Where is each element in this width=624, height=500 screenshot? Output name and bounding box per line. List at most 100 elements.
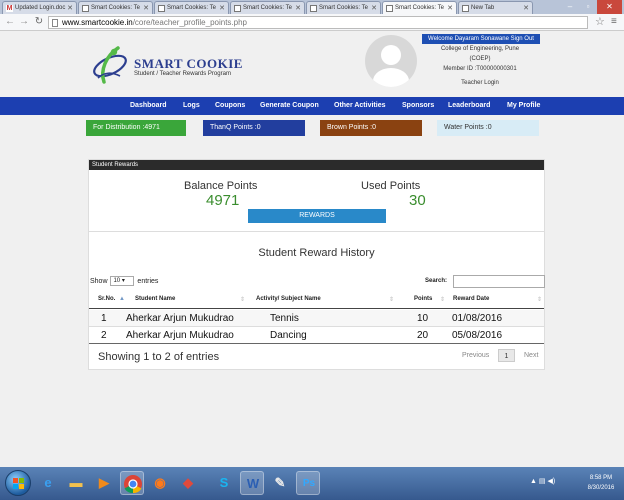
tab-label: Updated Login.doc [15, 5, 66, 11]
thanq-points-tile[interactable]: ThanQ Points :0 [203, 120, 305, 136]
address-bar: ← → ↻ www.smartcookie.in/core/teacher_pr… [0, 14, 624, 31]
tab-close-icon[interactable]: ✕ [371, 4, 377, 12]
maximize-icon[interactable]: ▫ [580, 0, 596, 14]
paint-app-icon[interactable]: ✎ [268, 471, 292, 495]
file-explorer-icon[interactable]: ▬ [64, 471, 88, 495]
sort-icon[interactable]: ⇕ [240, 296, 245, 303]
member-id: Member ID :T00000000301 [443, 66, 517, 72]
tab-close-icon[interactable]: ✕ [67, 4, 73, 12]
url-host: www.smartcookie.in [62, 18, 133, 27]
tab-label: Smart Cookies: Te [395, 5, 444, 11]
entries-length-control: Show 10 ▾ entries [90, 276, 158, 286]
college-name: College of Engineering, Pune [440, 46, 520, 52]
page-icon [310, 5, 317, 12]
column-header-srno[interactable]: Sr.No. [98, 296, 115, 302]
browser-tab[interactable]: Smart Cookies: Te ✕ [78, 1, 153, 14]
browser-tab[interactable]: M Updated Login.doc ✕ [2, 1, 77, 14]
reload-icon[interactable]: ↻ [33, 16, 45, 28]
taskbar-clock[interactable]: 8:58 PM 8/30/2016 [583, 473, 619, 493]
nav-other-activities[interactable]: Other Activities [334, 97, 385, 115]
column-header-student-name[interactable]: Student Name [135, 296, 175, 302]
paint-icon[interactable]: ◆ [176, 471, 200, 495]
browser-menu-icon[interactable]: ≡ [611, 16, 617, 28]
system-tray[interactable]: ▲ ▤ ◀) [530, 477, 555, 485]
table-row[interactable]: 1 Aherkar Arjun Mukudrao Tennis 10 01/08… [89, 310, 544, 326]
showing-info: Showing 1 to 2 of entries [98, 351, 220, 363]
nav-sponsors[interactable]: Sponsors [402, 97, 434, 115]
pagination-previous[interactable]: Previous [462, 349, 489, 362]
close-window-icon[interactable]: ✕ [597, 0, 622, 14]
column-header-reward-date[interactable]: Reward Date [453, 296, 489, 302]
water-points-tile[interactable]: Water Points :0 [437, 120, 539, 136]
brown-points-tile[interactable]: Brown Points :0 [320, 120, 422, 136]
bookmark-star-icon[interactable]: ☆ [595, 16, 605, 28]
tab-close-icon[interactable]: ✕ [523, 4, 529, 12]
nav-logs[interactable]: Logs [183, 97, 200, 115]
college-abbr: (COEP) [469, 56, 491, 62]
tab-close-icon[interactable]: ✕ [219, 4, 225, 12]
browser-tab[interactable]: Smart Cookies: Te ✕ [306, 1, 381, 14]
table-bottom-rule [89, 343, 544, 344]
history-title: Student Reward History [258, 247, 375, 259]
page-icon [386, 5, 393, 12]
search-input[interactable] [453, 275, 545, 288]
column-header-activity[interactable]: Activity/ Subject Name [256, 296, 321, 302]
dropdown-arrow-icon: ▾ [121, 278, 125, 284]
entries-select[interactable]: 10 ▾ [110, 276, 135, 286]
sort-icon[interactable]: ⇕ [440, 296, 445, 303]
column-header-points[interactable]: Points [414, 296, 432, 302]
balance-points-label: Balance Points [184, 180, 258, 192]
student-rewards-panel: Student Rewards Balance Points 4971 Used… [88, 159, 545, 370]
url-input[interactable]: www.smartcookie.in/core/teacher_profile_… [48, 16, 588, 29]
rewards-button[interactable]: REWARDS [248, 209, 386, 223]
forward-icon[interactable]: → [18, 16, 30, 28]
nav-generate-coupon[interactable]: Generate Coupon [260, 97, 319, 115]
tab-label: New Tab [471, 5, 495, 11]
start-button[interactable] [5, 470, 31, 496]
tab-label: Smart Cookies: Te [243, 5, 292, 11]
panel-title: Student Rewards [89, 160, 544, 170]
table-row[interactable]: 2 Aherkar Arjun Mukudrao Dancing 20 05/0… [89, 327, 544, 343]
tray-expand-icon[interactable]: ▲ [530, 478, 537, 485]
tab-close-icon[interactable]: ✕ [447, 4, 453, 12]
network-icon[interactable]: ▤ [539, 478, 546, 485]
browser-tab[interactable]: New Tab ✕ [458, 1, 533, 14]
browser-tab[interactable]: Smart Cookies: Te ✕ [230, 1, 305, 14]
browser-tab[interactable]: Smart Cookies: Te ✕ [154, 1, 229, 14]
tab-close-icon[interactable]: ✕ [143, 4, 149, 12]
media-player-icon[interactable]: ▶ [92, 471, 116, 495]
taskbar: e ▬ ▶ ◉ ◆ S W ✎ Ps ▲ ▤ ◀) 8:58 PM 8/30/2… [0, 467, 624, 500]
tab-close-icon[interactable]: ✕ [295, 4, 301, 12]
nav-dashboard[interactable]: Dashboard [130, 97, 167, 115]
photoshop-icon[interactable]: Ps [296, 471, 320, 495]
ie-icon[interactable]: e [36, 471, 60, 495]
nav-my-profile[interactable]: My Profile [507, 97, 540, 115]
back-icon[interactable]: ← [4, 16, 16, 28]
nav-leaderboard[interactable]: Leaderboard [448, 97, 490, 115]
sort-icon[interactable]: ⇕ [537, 296, 542, 303]
url-path: /core/teacher_profile_points.php [132, 18, 247, 27]
chrome-icon[interactable] [120, 471, 144, 495]
cell-srno: 2 [101, 330, 107, 341]
minimize-icon[interactable]: – [562, 0, 578, 14]
word-icon[interactable]: W [240, 471, 264, 495]
sort-asc-icon[interactable]: ▲ [119, 296, 125, 302]
show-label: Show [90, 277, 108, 285]
pagination-next[interactable]: Next [524, 349, 538, 362]
distribution-points-tile[interactable]: For Distribution :4971 [86, 120, 186, 136]
nav-coupons[interactable]: Coupons [215, 97, 245, 115]
cell-points: 10 [417, 313, 429, 324]
firefox-icon[interactable]: ◉ [148, 471, 172, 495]
cell-activity: Tennis [270, 313, 299, 324]
search-label: Search: [425, 278, 448, 284]
divider [89, 231, 544, 232]
smart-cookie-logo[interactable]: SMART COOKIE Student / Teacher Rewards P… [90, 42, 290, 92]
page-info-icon[interactable] [52, 19, 58, 27]
skype-icon[interactable]: S [212, 471, 236, 495]
signout-button[interactable]: Welcome Dayaram Sonawane Sign Out [422, 34, 540, 44]
pagination-page-1[interactable]: 1 [498, 349, 515, 362]
volume-icon[interactable]: ◀) [547, 478, 555, 485]
balance-points-value: 4971 [206, 192, 240, 209]
browser-tab-active[interactable]: Smart Cookies: Te ✕ [382, 1, 457, 14]
sort-icon[interactable]: ⇕ [389, 296, 394, 303]
